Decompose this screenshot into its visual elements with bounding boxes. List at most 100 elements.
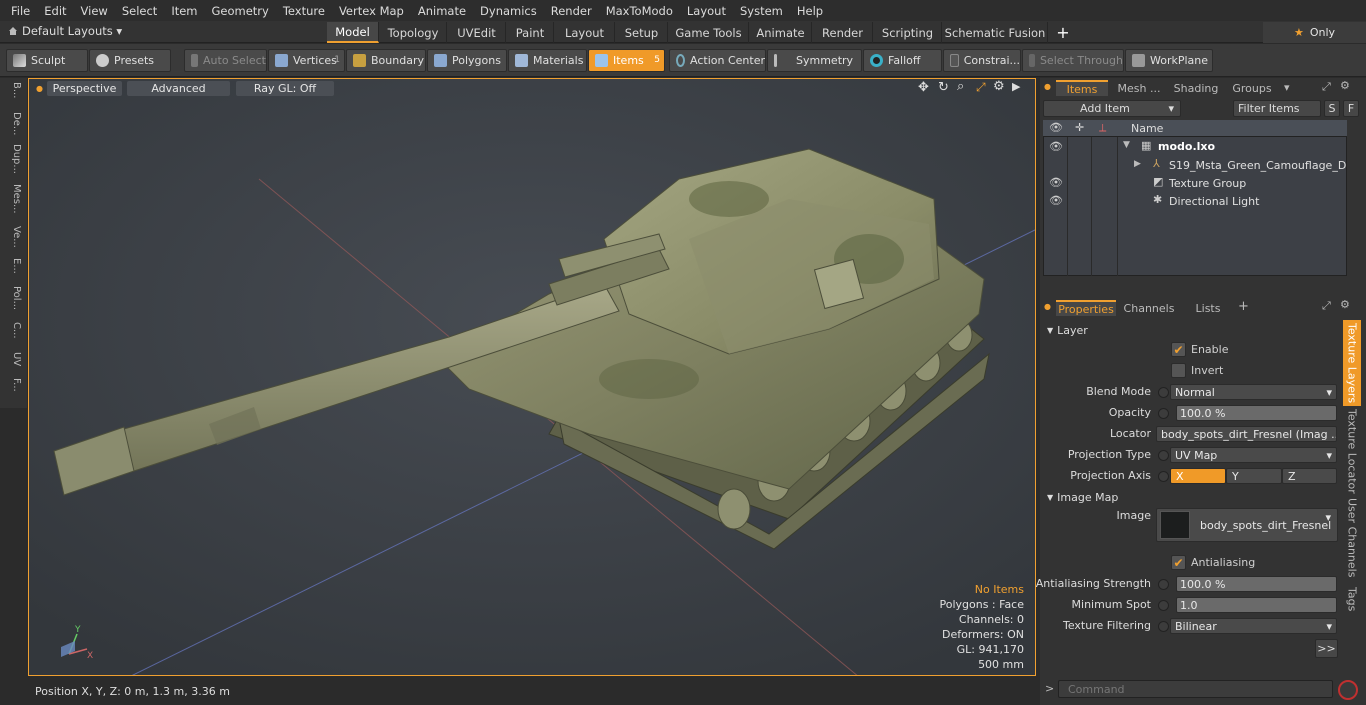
sculpt-button[interactable]: Sculpt (6, 49, 88, 72)
left-tab-mesh[interactable]: Mes... (4, 184, 22, 214)
falloff-button[interactable]: Falloff (863, 49, 942, 72)
expand-icon[interactable]: ▶ (1134, 159, 1141, 169)
menu-item[interactable]: Item (164, 4, 204, 18)
tab-uvedit[interactable]: UVEdit (448, 22, 506, 43)
add-tab-icon[interactable]: + (1238, 299, 1249, 314)
zoom-icon[interactable]: ⌕ (957, 79, 964, 94)
axis-z-button[interactable]: Z (1282, 468, 1337, 484)
only-toggle[interactable]: ★ Only (1263, 22, 1366, 43)
eye-icon[interactable]: 👁 (1049, 140, 1063, 153)
opacity-radio[interactable] (1158, 408, 1169, 419)
image-map-section[interactable]: ▼ Image Map (1047, 489, 1118, 505)
home-icon[interactable] (8, 26, 18, 36)
panel-dot-icon[interactable]: ● (1044, 82, 1051, 91)
projection-type-select[interactable]: UV Map ▾ (1170, 447, 1337, 463)
left-tab-edge[interactable]: E... (4, 258, 22, 274)
auto-select-button[interactable]: Auto Select (184, 49, 267, 72)
aa-strength-slider[interactable]: 100.0 % (1176, 576, 1337, 592)
props-gear-icon[interactable]: ⚙ (1340, 298, 1350, 311)
blend-mode-select[interactable]: Normal ▾ (1170, 384, 1337, 400)
left-tab-vertex[interactable]: Ve... (4, 226, 22, 248)
left-tab-polygon[interactable]: Pol... (4, 286, 22, 310)
props-maximize-icon[interactable]: ⤢ (1322, 299, 1331, 313)
projection-axis-radio[interactable] (1158, 471, 1169, 482)
blend-mode-radio[interactable] (1158, 387, 1169, 398)
perspective-button[interactable]: Perspective (47, 81, 122, 96)
list-item[interactable]: 👁 ◩ Texture Group (1043, 175, 1347, 193)
image-select[interactable]: body_spots_dirt_Fresnel ▾ (1156, 508, 1338, 542)
presets-button[interactable]: Presets (89, 49, 171, 72)
constraints-button[interactable]: Constrai... (943, 49, 1021, 72)
add-item-button[interactable]: Add Item ▾ (1043, 100, 1181, 117)
list-item[interactable]: 👁 ▼ ▦ modo.lxo (1043, 139, 1347, 157)
tabs-dropdown-icon[interactable]: ▾ (1284, 81, 1290, 94)
more-button[interactable]: >> (1315, 639, 1338, 658)
left-tab-curve[interactable]: C... (4, 322, 22, 339)
menu-animate[interactable]: Animate (411, 4, 473, 18)
opacity-slider[interactable]: 100.0 % (1176, 405, 1337, 421)
axis-x-button[interactable]: X (1170, 468, 1226, 484)
tab-channels[interactable]: Channels (1120, 300, 1178, 316)
vtab-texture-layers[interactable]: Texture Layers (1343, 320, 1361, 406)
axis-y-button[interactable]: Y (1226, 468, 1282, 484)
left-tab-fusion[interactable]: F... (4, 378, 22, 392)
menu-render[interactable]: Render (544, 4, 599, 18)
texture-filtering-select[interactable]: Bilinear ▾ (1170, 618, 1337, 634)
menu-view[interactable]: View (74, 4, 115, 18)
select-through-button[interactable]: Select Through (1022, 49, 1124, 72)
expand-arrow-icon[interactable]: ▶ (1012, 80, 1020, 93)
vtab-tags[interactable]: Tags (1343, 582, 1361, 616)
menu-texture[interactable]: Texture (276, 4, 332, 18)
menu-edit[interactable]: Edit (37, 4, 73, 18)
eye-icon[interactable]: 👁 (1049, 176, 1063, 189)
enable-checkbox[interactable]: ✔ (1171, 342, 1186, 357)
eye-icon[interactable]: 👁 (1049, 194, 1063, 207)
tab-game-tools[interactable]: Game Tools (669, 22, 749, 43)
polygons-button[interactable]: Polygons (427, 49, 507, 72)
list-item[interactable]: ▶ ⅄ S19_Msta_Green_Camouflage_Dir... (1043, 157, 1347, 175)
props-dot-icon[interactable]: ● (1044, 302, 1051, 311)
f-toggle-button[interactable]: F (1343, 100, 1359, 117)
menu-file[interactable]: File (4, 4, 37, 18)
menu-dynamics[interactable]: Dynamics (473, 4, 544, 18)
record-macro-icon[interactable] (1338, 680, 1358, 700)
boundary-button[interactable]: Boundary (346, 49, 426, 72)
filter-items-button[interactable]: Filter Items (1233, 100, 1321, 117)
locator-select[interactable]: body_spots_dirt_Fresnel (Imag ... (1156, 426, 1337, 442)
tab-model[interactable]: Model (327, 22, 379, 43)
expand-icon[interactable]: ▼ (1123, 140, 1130, 150)
tab-layout[interactable]: Layout (555, 22, 615, 43)
layout-selector[interactable]: Default Layouts ▾ (22, 24, 122, 38)
tab-schematic-fusion[interactable]: Schematic Fusion (943, 22, 1048, 43)
tab-paint[interactable]: Paint (507, 22, 554, 43)
add-tab-button[interactable]: + (1052, 22, 1074, 43)
workplane-button[interactable]: WorkPlane (1125, 49, 1213, 72)
menu-geometry[interactable]: Geometry (205, 4, 276, 18)
minimum-spot-slider[interactable]: 1.0 (1176, 597, 1337, 613)
menu-help[interactable]: Help (790, 4, 830, 18)
move-icon[interactable]: ✥ (918, 80, 929, 95)
tab-properties[interactable]: Properties (1056, 300, 1116, 316)
aa-strength-radio[interactable] (1158, 579, 1169, 590)
items-button[interactable]: Items 5 (588, 49, 665, 72)
projection-type-radio[interactable] (1158, 450, 1169, 461)
left-tab-deform[interactable]: De... (4, 112, 22, 135)
left-tab-uv[interactable]: UV (4, 352, 22, 366)
tab-topology[interactable]: Topology (380, 22, 447, 43)
vtab-texture-locator[interactable]: Texture Locator (1343, 408, 1361, 494)
tab-shading[interactable]: Shading (1170, 80, 1222, 96)
minimum-spot-radio[interactable] (1158, 600, 1169, 611)
tab-setup[interactable]: Setup (616, 22, 668, 43)
action-center-button[interactable]: Action Center (669, 49, 766, 72)
menu-layout[interactable]: Layout (680, 4, 733, 18)
s-toggle-button[interactable]: S (1324, 100, 1340, 117)
tab-items[interactable]: Items (1056, 80, 1108, 96)
invert-checkbox[interactable] (1171, 363, 1186, 378)
tab-mesh[interactable]: Mesh ... (1110, 80, 1168, 96)
tab-scripting[interactable]: Scripting (874, 22, 942, 43)
menu-select[interactable]: Select (115, 4, 164, 18)
materials-button[interactable]: Materials (508, 49, 587, 72)
raygl-button[interactable]: Ray GL: Off (236, 81, 334, 96)
advanced-button[interactable]: Advanced (127, 81, 230, 96)
list-item[interactable]: 👁 ✱ Directional Light (1043, 193, 1347, 211)
